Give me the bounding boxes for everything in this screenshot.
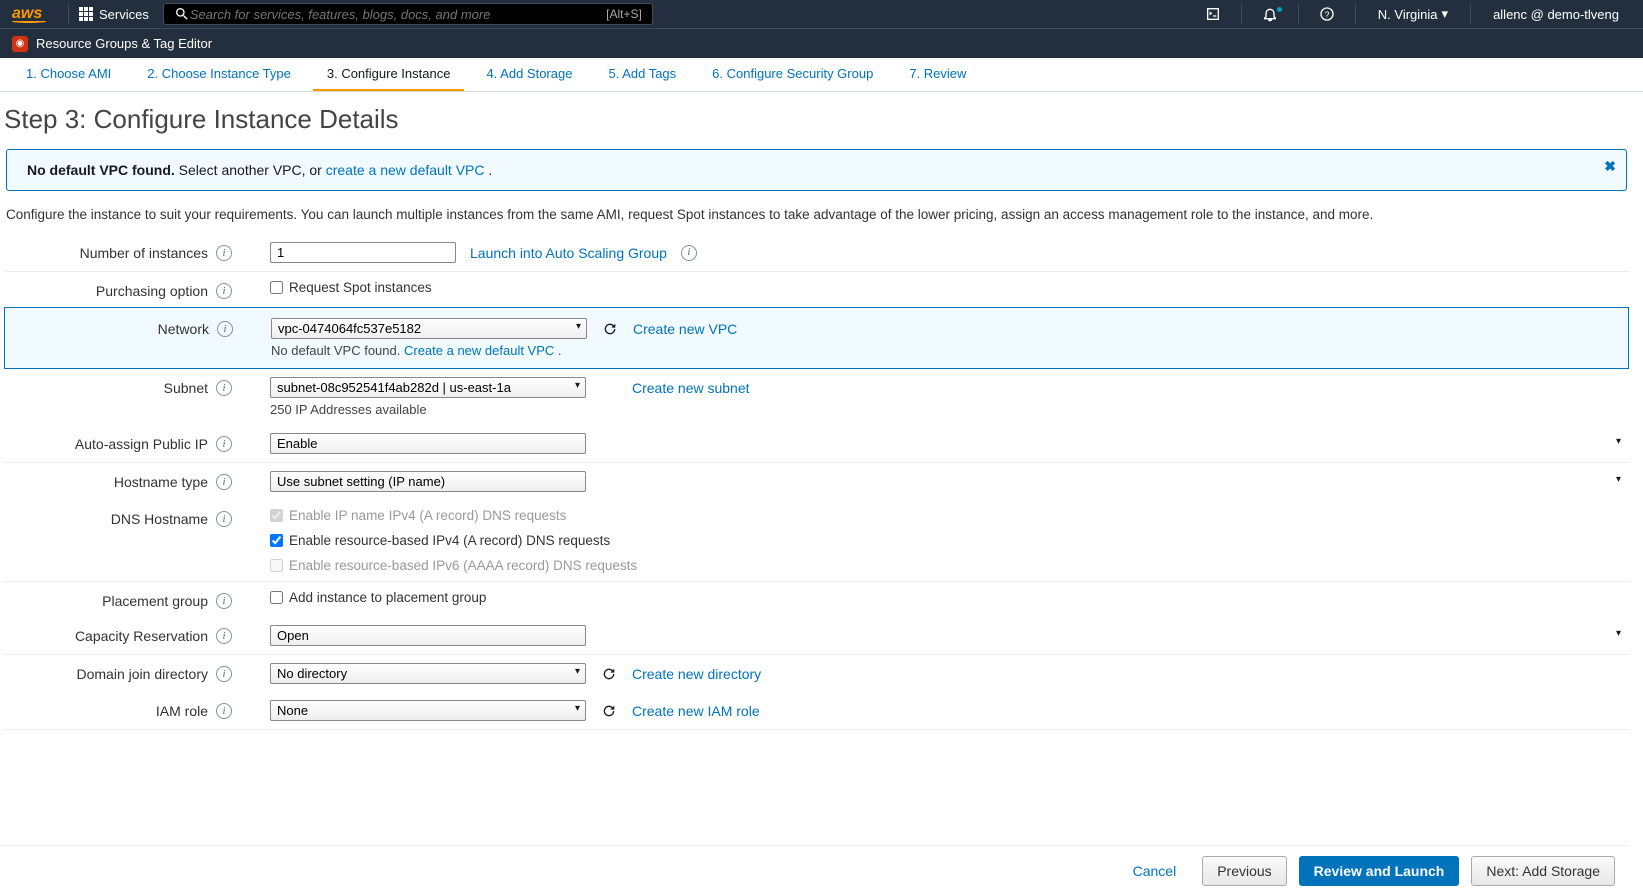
create-default-vpc-link-2[interactable]: Create a new default VPC (404, 343, 554, 358)
row-iam-role: IAM role i None Create new IAM role (4, 692, 1629, 729)
hostname-type-select[interactable]: Use subnet setting (IP name) (270, 471, 586, 492)
refresh-icon[interactable] (600, 702, 618, 720)
info-icon[interactable]: i (216, 283, 232, 299)
info-icon[interactable]: i (216, 474, 232, 490)
info-icon[interactable]: i (216, 436, 232, 452)
dns-resource-ipv6-checkbox (270, 559, 283, 572)
launch-asg-link[interactable]: Launch into Auto Scaling Group (470, 245, 667, 261)
wizard-tabs: 1. Choose AMI 2. Choose Instance Type 3.… (0, 58, 1643, 92)
page-title: Step 3: Configure Instance Details (4, 100, 1639, 145)
row-purchasing-option: Purchasing option i Request Spot instanc… (4, 272, 1629, 307)
row-placement-group: Placement group i Add instance to placem… (4, 582, 1629, 617)
account-menu[interactable]: allenc @ demo-tlveng (1481, 7, 1631, 22)
dns-resource-ipv4-checkbox[interactable] (270, 534, 283, 547)
page-description: Configure the instance to suit your requ… (6, 207, 1627, 222)
create-vpc-link[interactable]: Create new VPC (633, 321, 737, 337)
dns-ipname-checkbox (270, 509, 283, 522)
capacity-reservation-select[interactable]: Open (270, 625, 586, 646)
row-domain-directory: Domain join directory i No directory Cre… (4, 655, 1629, 692)
next-button[interactable]: Next: Add Storage (1471, 856, 1615, 886)
cancel-button[interactable]: Cancel (1119, 857, 1191, 885)
refresh-icon[interactable] (600, 665, 618, 683)
row-subnet: Subnet i subnet-08c952541f4ab282d | us-e… (4, 369, 1629, 425)
chevron-down-icon: ▾ (1442, 6, 1449, 22)
info-icon[interactable]: i (217, 321, 233, 337)
tab-configure-instance[interactable]: 3. Configure Instance (313, 58, 465, 91)
notifications-icon[interactable] (1252, 6, 1288, 22)
info-icon[interactable]: i (216, 511, 232, 527)
subnet-select[interactable]: subnet-08c952541f4ab282d | us-east-1a (270, 377, 586, 398)
spot-instances-checkbox[interactable] (270, 281, 283, 294)
create-directory-link[interactable]: Create new directory (632, 666, 761, 682)
search-shortcut: [Alt+S] (606, 7, 642, 21)
domain-directory-select[interactable]: No directory (270, 663, 586, 684)
grid-icon (79, 7, 93, 21)
previous-button[interactable]: Previous (1202, 856, 1286, 886)
info-icon[interactable]: i (681, 245, 697, 261)
info-icon[interactable]: i (216, 703, 232, 719)
review-and-launch-button[interactable]: Review and Launch (1299, 856, 1460, 886)
row-network: Network i vpc-0474064fc537e5182 Create n… (4, 307, 1629, 369)
tab-add-tags[interactable]: 5. Add Tags (594, 58, 690, 91)
svg-text:?: ? (1324, 9, 1329, 19)
tab-configure-security-group[interactable]: 6. Configure Security Group (698, 58, 887, 91)
search-bar[interactable]: [Alt+S] (163, 3, 653, 25)
notification-dot (1277, 7, 1282, 12)
placement-group-checkbox[interactable] (270, 591, 283, 604)
auto-assign-ip-select[interactable]: Enable (270, 433, 586, 454)
cloudshell-icon[interactable] (1195, 6, 1231, 22)
create-default-vpc-link[interactable]: create a new default VPC (326, 162, 485, 178)
create-subnet-link[interactable]: Create new subnet (632, 380, 750, 396)
tab-choose-ami[interactable]: 1. Choose AMI (12, 58, 125, 91)
alert-no-default-vpc: ✖ No default VPC found. Select another V… (6, 149, 1627, 191)
create-iam-role-link[interactable]: Create new IAM role (632, 703, 760, 719)
row-capacity-reservation: Capacity Reservation i Open (4, 617, 1629, 654)
info-icon[interactable]: i (216, 628, 232, 644)
resource-groups-icon: ◉ (12, 36, 28, 52)
info-icon[interactable]: i (216, 245, 232, 261)
info-icon[interactable]: i (216, 380, 232, 396)
row-auto-assign-ip: Auto-assign Public IP i Enable (4, 425, 1629, 462)
sub-nav-title[interactable]: Resource Groups & Tag Editor (36, 36, 212, 51)
tab-add-storage[interactable]: 4. Add Storage (472, 58, 586, 91)
info-icon[interactable]: i (216, 593, 232, 609)
number-of-instances-input[interactable] (270, 242, 456, 263)
refresh-icon[interactable] (601, 320, 619, 338)
region-selector[interactable]: N. Virginia ▾ (1366, 6, 1460, 22)
tab-review[interactable]: 7. Review (895, 58, 980, 91)
search-input[interactable] (190, 7, 606, 22)
help-icon[interactable]: ? (1309, 6, 1345, 22)
row-hostname-type: Hostname type i Use subnet setting (IP n… (4, 463, 1629, 500)
services-label: Services (99, 7, 149, 22)
info-icon[interactable]: i (216, 666, 232, 682)
footer-actions: Cancel Previous Review and Launch Next: … (0, 845, 1629, 896)
search-icon (174, 6, 190, 22)
network-select[interactable]: vpc-0474064fc537e5182 (271, 318, 587, 339)
row-number-of-instances: Number of instances i Launch into Auto S… (4, 234, 1629, 271)
iam-role-select[interactable]: None (270, 700, 586, 721)
close-icon[interactable]: ✖ (1604, 158, 1616, 175)
sub-nav: ◉ Resource Groups & Tag Editor (0, 28, 1643, 58)
aws-logo[interactable]: aws (12, 5, 46, 23)
top-nav: aws Services [Alt+S] ? N. Virginia ▾ all… (0, 0, 1643, 28)
tab-choose-instance-type[interactable]: 2. Choose Instance Type (133, 58, 305, 91)
services-menu[interactable]: Services (79, 7, 149, 22)
row-dns-hostname: DNS Hostname i Enable IP name IPv4 (A re… (4, 500, 1629, 581)
